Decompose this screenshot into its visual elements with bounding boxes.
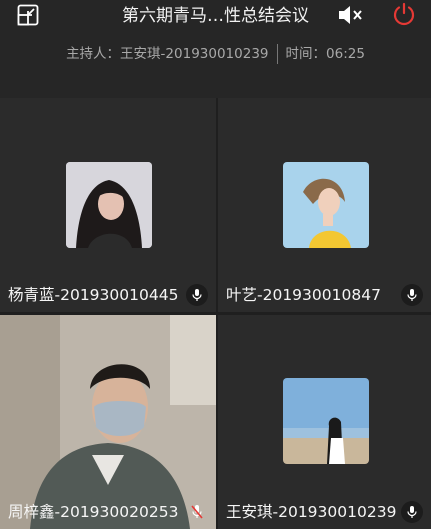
power-icon[interactable] [390, 0, 418, 28]
participant-tile[interactable]: 王安琪-201930010239 [218, 315, 431, 529]
microphone-off-icon [186, 501, 208, 523]
participant-name: 周梓鑫-201930020253 [8, 503, 179, 521]
meeting-title: 第六期青马…性总结会议 [122, 6, 309, 26]
avatar [66, 162, 152, 248]
participant-name: 王安琪-201930010239 [226, 503, 397, 521]
microphone-icon [401, 284, 423, 306]
speaker-mute-icon[interactable] [336, 2, 366, 28]
avatar [283, 162, 369, 248]
avatar [283, 378, 369, 464]
microphone-icon [401, 501, 423, 523]
participant-name: 杨青蓝-201930010445 [8, 286, 179, 304]
meeting-time: 时间：06:25 [285, 46, 365, 62]
meeting-header: 第六期青马…性总结会议 主持人：王安琪-201930010239 时间：06:25 [0, 0, 431, 98]
participant-tile[interactable]: 杨青蓝-201930010445 [0, 98, 216, 312]
grid-divider-horizontal [0, 312, 431, 315]
info-separator [276, 44, 278, 64]
participant-name: 叶艺-201930010847 [226, 286, 381, 304]
participant-video-tile[interactable]: 周梓鑫-201930020253 [0, 315, 216, 529]
microphone-icon [186, 284, 208, 306]
host-label: 主持人：王安琪-201930010239 [66, 46, 269, 62]
video-feed [0, 315, 216, 529]
meeting-info: 主持人：王安琪-201930010239 时间：06:25 [0, 42, 431, 66]
participant-tile[interactable]: 叶艺-201930010847 [218, 98, 431, 312]
